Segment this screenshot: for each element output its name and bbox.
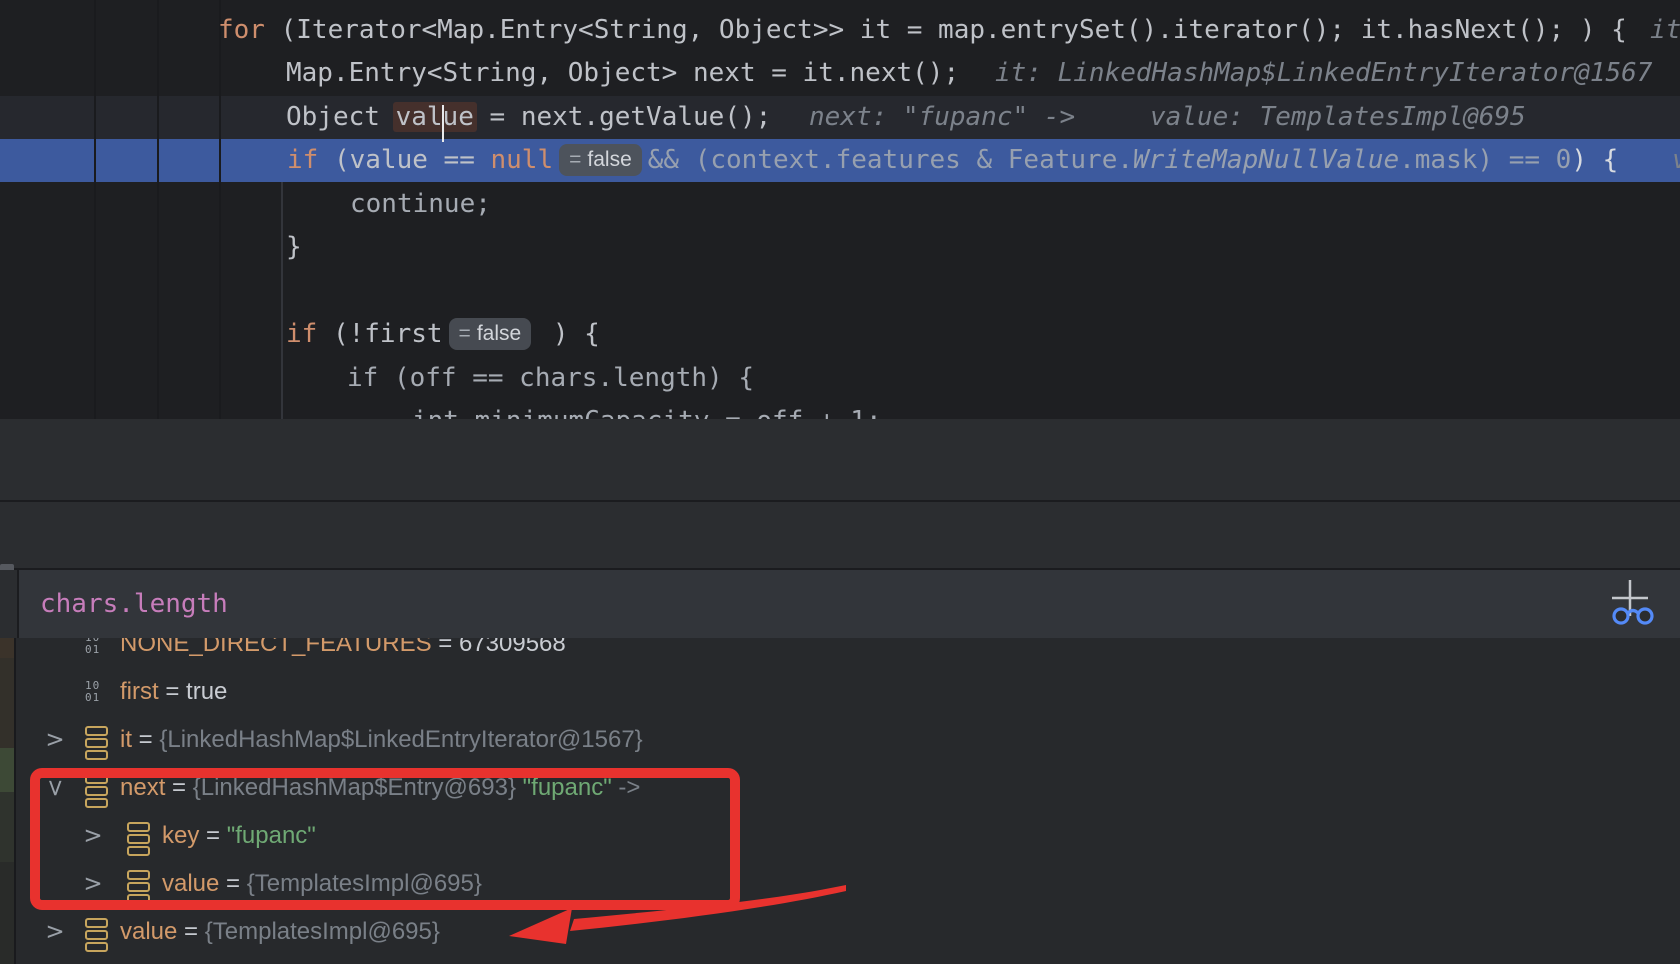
debugger-inline-hint: value: TemplatesImpl@695	[1150, 96, 1526, 139]
code-line[interactable]: if (!first=false ) {	[0, 313, 1680, 356]
code-line[interactable]: if (value == null=false&& (context.featu…	[0, 139, 1680, 182]
chevron-right-icon[interactable]: >	[42, 908, 68, 956]
variable-value: 67309568	[459, 638, 566, 657]
code-text: if	[286, 319, 317, 349]
code-text: Map.Entry<String, Object> next = it.next…	[286, 58, 959, 88]
code-text: WriteMapNullValue	[1133, 145, 1399, 175]
code-text: }	[286, 232, 302, 262]
variable-value: {LinkedHashMap$Entry@693}	[193, 774, 523, 801]
variable-value: =	[165, 774, 192, 801]
object-field-icon	[83, 764, 109, 812]
code-text: = next.getValue();	[474, 102, 771, 132]
variable-name: key	[162, 822, 199, 849]
variable-row-key[interactable]: > key = "fupanc"	[0, 812, 1680, 860]
code-text: ) {	[1571, 145, 1618, 175]
code-line[interactable]: int minimumCapacity = off + 1;	[0, 400, 1680, 420]
variable-name: next	[120, 774, 165, 801]
identifier-under-caret[interactable]: value	[393, 102, 477, 132]
watch-expression-input[interactable]: chars.length	[40, 582, 228, 626]
code-text: null	[491, 145, 554, 175]
chevron-right-icon[interactable]: >	[80, 812, 106, 860]
evaluate-expression-row[interactable]	[0, 570, 1680, 638]
glasses-icon[interactable]	[1614, 609, 1652, 623]
variable-value: =	[177, 918, 204, 945]
debugger-inline-hint: it: LinkedHashMap$LinkedEntryIterator@15…	[995, 52, 1652, 95]
code-text: && (context.features & Feature.	[648, 145, 1133, 175]
variable-value: =	[159, 678, 186, 705]
variable-value: true	[186, 678, 227, 705]
code-text: (!first	[317, 319, 442, 349]
inline-evaluated-value-badge[interactable]: =false	[559, 144, 642, 176]
variable-name: first	[120, 678, 159, 705]
primitive-value-icon: 10 01	[83, 638, 109, 668]
object-field-icon	[125, 812, 151, 860]
debugger-variables-tree[interactable]: 10 01NONE_DIRECT_FEATURES = 6730956810 0…	[0, 638, 1680, 964]
variable-value: {TemplatesImpl@695}	[205, 918, 440, 945]
variable-value: ->	[612, 774, 641, 801]
code-line[interactable]: Object value = next.getValue(); next: "fu…	[0, 96, 1680, 139]
debugger-inline-hint: it	[1650, 9, 1680, 52]
variable-name: value	[162, 870, 219, 897]
code-line[interactable]: continue;	[0, 183, 1680, 226]
code-text: (value ==	[318, 145, 490, 175]
variable-value: =	[199, 822, 226, 849]
variable-row-first[interactable]: 10 01 first = true	[0, 668, 1680, 716]
variable-name: value	[120, 918, 177, 945]
object-field-icon	[83, 908, 109, 956]
chevron-down-icon[interactable]: >	[31, 775, 79, 801]
primitive-value-icon: 10 01	[83, 668, 109, 716]
variable-row-next[interactable]: > next = {LinkedHashMap$Entry@693} "fupan…	[0, 764, 1680, 812]
input-gutter-line	[17, 570, 19, 638]
code-text: if (off == chars.length) {	[347, 363, 754, 393]
inline-evaluated-value-badge[interactable]: =false	[449, 318, 532, 350]
code-line[interactable]: for (Iterator<Map.Entry<String, Object>>…	[0, 9, 1680, 52]
ide-debugger-view: for (Iterator<Map.Entry<String, Object>>…	[0, 0, 1680, 964]
code-line[interactable]: }	[0, 226, 1680, 269]
debug-panel-spacer	[0, 419, 1680, 500]
code-text: Object	[286, 102, 396, 132]
variable-value: "fupanc"	[227, 822, 316, 849]
variable-row-value[interactable]: > value = {TemplatesImpl@695}	[0, 908, 1680, 956]
code-line[interactable]: Map.Entry<String, Object> next = it.next…	[0, 52, 1680, 95]
variable-value: {TemplatesImpl@695}	[247, 870, 482, 897]
variable-row-it[interactable]: > it = {LinkedHashMap$LinkedEntryIterator…	[0, 716, 1680, 764]
text-caret	[442, 105, 444, 142]
variable-row-value[interactable]: > value = {TemplatesImpl@695}	[0, 860, 1680, 908]
variable-row-none_direct_features[interactable]: 10 01 NONE_DIRECT_FEATURES = 67309568	[0, 638, 1680, 668]
chevron-right-icon[interactable]: >	[42, 716, 68, 764]
object-field-icon	[125, 860, 151, 908]
variable-value: =	[432, 638, 459, 657]
object-field-icon	[83, 716, 109, 764]
variable-value: =	[132, 726, 159, 753]
code-text: .mask) == 0	[1399, 145, 1571, 175]
code-text: if	[287, 145, 318, 175]
code-text: continue;	[350, 189, 491, 219]
debugger-inline-hint: v	[1672, 139, 1680, 182]
debug-tab-strip: 控制台	[0, 502, 1680, 568]
variable-value: =	[219, 870, 246, 897]
input-gutter	[0, 570, 17, 638]
code-editor[interactable]: for (Iterator<Map.Entry<String, Object>>…	[0, 0, 1680, 419]
code-text: ) {	[537, 319, 600, 349]
code-text: int minimumCapacity = off + 1;	[412, 406, 882, 420]
variable-name: NONE_DIRECT_FEATURES	[120, 638, 432, 657]
chevron-right-icon[interactable]: >	[80, 860, 106, 908]
variable-name: it	[120, 726, 132, 753]
code-text: (Iterator<Map.Entry<String, Object>> it …	[265, 15, 1627, 45]
code-text: for	[218, 15, 265, 45]
debugger-inline-hint: next: "fupanc" ->	[809, 96, 1075, 139]
code-line[interactable]: if (off == chars.length) {	[0, 357, 1680, 400]
variable-value: "fupanc"	[523, 774, 612, 801]
variable-value: {LinkedHashMap$LinkedEntryIterator@1567}	[159, 726, 642, 753]
